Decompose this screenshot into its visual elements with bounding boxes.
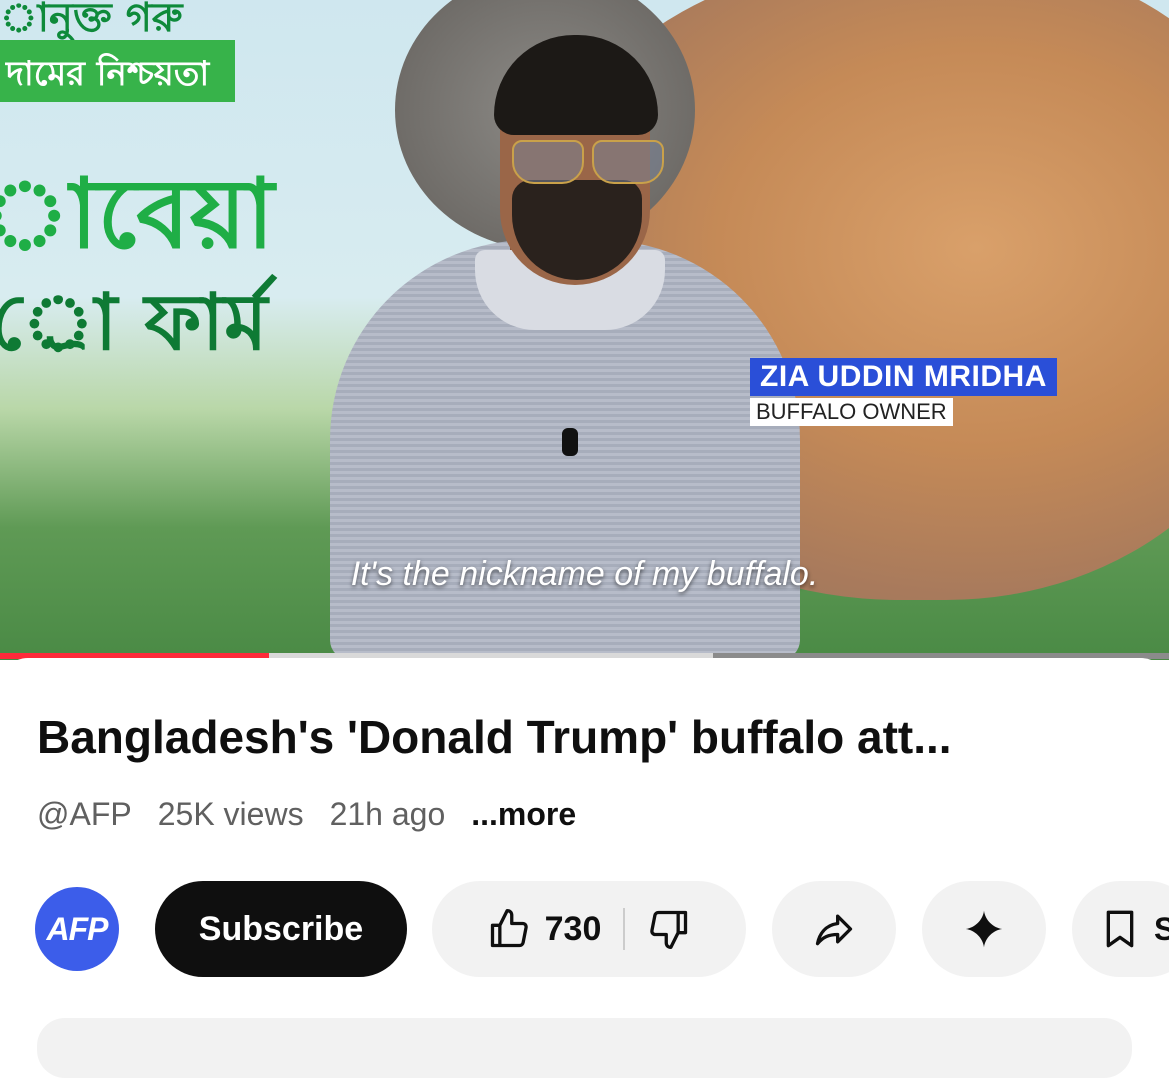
remix-sparkle-icon xyxy=(964,909,1004,949)
comments-teaser[interactable] xyxy=(37,1018,1132,1078)
save-bookmark-icon xyxy=(1100,907,1140,951)
video-title[interactable]: Bangladesh's 'Donald Trump' buffalo att.… xyxy=(37,710,952,764)
video-caption: It's the nickname of my buffalo. xyxy=(350,555,819,593)
video-player[interactable]: ানুক্ত গরু দামের নিশ্চয়তা াবেয়া ্রো ফা… xyxy=(0,0,1169,660)
more-link[interactable]: ...more xyxy=(471,796,576,833)
channel-handle[interactable]: @AFP xyxy=(37,796,132,833)
view-count: 25K views xyxy=(157,796,304,832)
lapel-mic-icon xyxy=(562,428,578,456)
sunglasses xyxy=(512,140,664,184)
billboard-text-2: দামের নিশ্চয়তা xyxy=(6,54,210,94)
speaker-name: ZIA UDDIN MRIDHA xyxy=(750,358,1057,396)
video-meta: @AFP 25K views 21h ago ...more xyxy=(37,796,576,833)
like-divider xyxy=(623,908,626,950)
like-dislike-button: 730 xyxy=(432,881,746,977)
subscribe-button[interactable]: Subscribe xyxy=(155,881,407,977)
share-button[interactable] xyxy=(772,881,896,977)
save-label: S xyxy=(1154,910,1169,947)
share-icon xyxy=(812,907,856,951)
upload-age: 21h ago xyxy=(329,796,446,832)
like-count: 730 xyxy=(544,909,602,948)
remix-button[interactable] xyxy=(922,881,1046,977)
like-icon[interactable] xyxy=(487,907,531,951)
save-button[interactable]: S xyxy=(1072,881,1169,977)
speaker-title: BUFFALO OWNER xyxy=(750,398,953,426)
billboard-text-4: ্রো ফার্ম xyxy=(0,278,268,368)
channel-avatar[interactable]: AFP xyxy=(35,887,119,971)
action-bar: AFP Subscribe 730 S xyxy=(35,881,1169,977)
dislike-icon[interactable] xyxy=(647,907,691,951)
